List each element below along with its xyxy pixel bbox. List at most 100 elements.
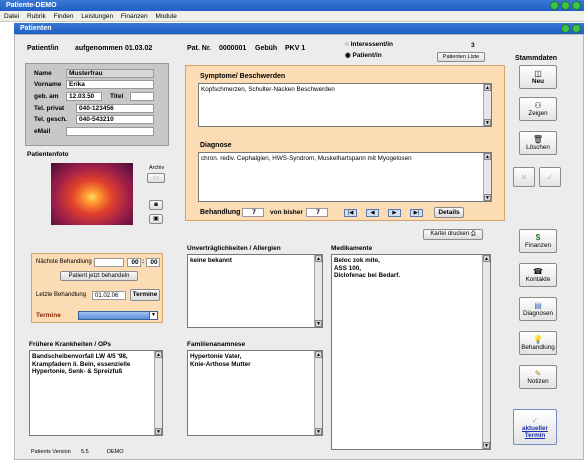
photo-edit-button[interactable]: ◙ <box>149 200 163 210</box>
archiv-button[interactable]: ▭ <box>147 173 165 183</box>
diagnose-textarea[interactable]: chron. rediv. Cephalgien, HWS-Syndrom, M… <box>198 152 492 202</box>
familie-label: Familienanamnese <box>187 341 246 348</box>
interessent-label: Interessent/in <box>350 41 394 48</box>
diagnosen-button[interactable]: ▤ Diagnosen <box>519 297 557 321</box>
version-label: Patients Version <box>31 449 71 455</box>
zeigen-button[interactable]: ⚇ Zeigen <box>519 97 557 121</box>
kartei-drucken-button[interactable]: Kartei drucken ⎙ <box>423 229 483 240</box>
medikamente-line-3: Diclofenac bei Bedarf. <box>334 272 401 279</box>
stammdaten-label: Stammdaten <box>515 55 558 62</box>
behandlung-side-button[interactable]: 💡 Behandlung <box>519 331 557 355</box>
krankheiten-line-1: Bandscheibenvorfall LW 4/5 '98, <box>32 353 128 360</box>
interessent-radio[interactable]: ○ Interessent/in <box>345 41 393 48</box>
window-controls <box>550 1 581 10</box>
titel-field[interactable] <box>130 92 154 101</box>
krankheiten-scrollbar[interactable]: ▲ ▼ <box>154 351 162 435</box>
familie-line-2: Knie-Arthose Mutter <box>190 360 251 368</box>
inner-minimize-button[interactable] <box>561 24 570 33</box>
name-label: Name <box>34 70 52 77</box>
titel-label: Titel <box>110 93 124 100</box>
window-title: Patienten <box>20 25 52 32</box>
naechste-date-field[interactable] <box>94 258 124 267</box>
details-button[interactable]: Details <box>434 207 464 218</box>
symptome-label: Symptome/ Beschwerden <box>200 73 286 80</box>
nav-last-button[interactable]: ▶| <box>410 209 423 217</box>
name-field[interactable]: Musterfrau <box>66 69 154 78</box>
minimize-button[interactable] <box>550 1 559 10</box>
unvertraeglichkeiten-scrollbar[interactable]: ▲ ▼ <box>314 255 322 327</box>
diagnose-scrollbar[interactable]: ▲ ▼ <box>483 153 491 201</box>
symptome-scrollbar[interactable]: ▲ ▼ <box>483 84 491 126</box>
unvertraeglichkeiten-text: keine bekannt <box>190 257 232 264</box>
krankheiten-textarea[interactable]: Bandscheibenvorfall LW 4/5 '98, Krampfad… <box>29 350 163 436</box>
menu-bar: Datei Rubrik Finden Leistungen Finanzen … <box>0 11 584 22</box>
time-minute-field[interactable]: 00 <box>146 258 160 267</box>
medikamente-scrollbar[interactable]: ▲ ▼ <box>482 255 490 449</box>
symptome-textarea[interactable]: Kopfschmerzen, Schulter-Nacken Beschwerd… <box>198 83 492 127</box>
tel-gesch-field[interactable]: 040-543210 <box>76 115 154 124</box>
dropdown-arrow-icon: ▼ <box>149 312 157 319</box>
menu-module[interactable]: Module <box>155 13 176 20</box>
confirm-small-button[interactable]: ✓ <box>539 167 561 187</box>
menu-rubrik[interactable]: Rubrik <box>27 13 46 20</box>
termine-button[interactable]: Termine <box>130 289 160 301</box>
maximize-button[interactable] <box>561 1 570 10</box>
termine-panel: Nächste Behandlung 00 : 00 Patient jetzt… <box>31 253 163 323</box>
menu-leistungen[interactable]: Leistungen <box>81 13 113 20</box>
kontakte-button[interactable]: ☎ Kontakte <box>519 263 557 287</box>
inner-close-button[interactable] <box>572 24 581 33</box>
menu-finanzen[interactable]: Finanzen <box>121 13 148 20</box>
tel-privat-field[interactable]: 040-123456 <box>76 104 154 113</box>
patienten-liste-button[interactable]: Patienten Liste <box>437 52 485 62</box>
familie-textarea[interactable]: Hypertonie Vater, Knie-Arthose Mutter ▲ ▼ <box>187 350 323 436</box>
nav-prev-button[interactable]: ◀ <box>366 209 379 217</box>
pat-nr-label: Pat. Nr. <box>187 45 212 52</box>
unvertraeglichkeiten-textarea[interactable]: keine bekannt ▲ ▼ <box>187 254 323 328</box>
medikamente-textarea[interactable]: Beloc zok mite, ASS 100, Diclofenac bei … <box>331 254 491 450</box>
close-button[interactable] <box>572 1 581 10</box>
photo-save-button[interactable]: ▣ <box>149 214 163 224</box>
email-field[interactable] <box>66 127 154 136</box>
geb-field[interactable]: 12.03.50 <box>66 92 102 101</box>
printer-icon: ⎙ <box>470 231 476 237</box>
notizen-button[interactable]: ✎ Notizen <box>519 365 557 389</box>
termine-dropdown[interactable]: ▼ <box>78 311 158 320</box>
aktueller-termin-button[interactable]: ✓ aktueller Termin <box>513 409 557 445</box>
check-icon: ✓ <box>546 172 554 182</box>
tel-privat-label: Tel. privat <box>34 105 65 112</box>
archive-icon: ▭ <box>153 175 159 181</box>
time-separator: : <box>142 258 145 265</box>
kartei-drucken-label: Kartei drucken <box>430 231 470 237</box>
cancel-small-button[interactable]: ✕ <box>513 167 535 187</box>
loeschen-button[interactable]: 🗑 Löschen <box>519 131 557 155</box>
patientin-radio[interactable]: ◉ Patient/in <box>345 51 382 59</box>
main-area: Patient/in aufgenommen 01.03.02 Pat. Nr.… <box>14 34 584 460</box>
jetzt-behandeln-button[interactable]: Patient jetzt behandeln <box>60 271 138 281</box>
diagnose-label: Diagnose <box>200 142 232 149</box>
floppy-icon: ▣ <box>153 216 159 222</box>
vorname-field[interactable]: Erika <box>66 80 154 89</box>
menu-datei[interactable]: Datei <box>4 13 19 20</box>
termin-label: Termin <box>524 431 546 439</box>
aufgenommen-label: aufgenommen <box>75 45 123 52</box>
familie-scrollbar[interactable]: ▲ ▼ <box>314 351 322 435</box>
diagnose-text: chron. rediv. Cephalgien, HWS-Syndrom, M… <box>201 155 412 162</box>
krankheiten-label: Frühere Krankheiten / OPs <box>29 341 111 348</box>
dollar-icon: $ <box>535 233 541 242</box>
neu-button[interactable]: ◫ Neu <box>519 65 557 89</box>
finanzen-button[interactable]: $ Finanzen <box>519 229 557 253</box>
time-hour-field[interactable]: 00 <box>127 258 141 267</box>
radio-selected-icon: ◉ <box>345 52 351 59</box>
behandlung-field[interactable]: 7 <box>242 208 264 217</box>
patient-photo <box>51 163 133 225</box>
bisher-field[interactable]: 7 <box>306 208 328 217</box>
nav-next-button[interactable]: ▶ <box>388 209 401 217</box>
krankheiten-line-3: Hypertonie, Senk- & Spreizfuß <box>32 368 123 375</box>
menu-finden[interactable]: Finden <box>54 13 74 20</box>
symptome-text: Kopfschmerzen, Schulter-Nacken Beschwerd… <box>201 86 335 93</box>
trash-icon: 🗑 <box>532 135 544 144</box>
letzte-behandlung-field[interactable]: 01.02.06 <box>92 291 126 300</box>
aufgenommen-value: 01.03.02 <box>125 45 153 52</box>
patient-label: Patient/in <box>27 45 59 52</box>
nav-first-button[interactable]: |◀ <box>344 209 357 217</box>
